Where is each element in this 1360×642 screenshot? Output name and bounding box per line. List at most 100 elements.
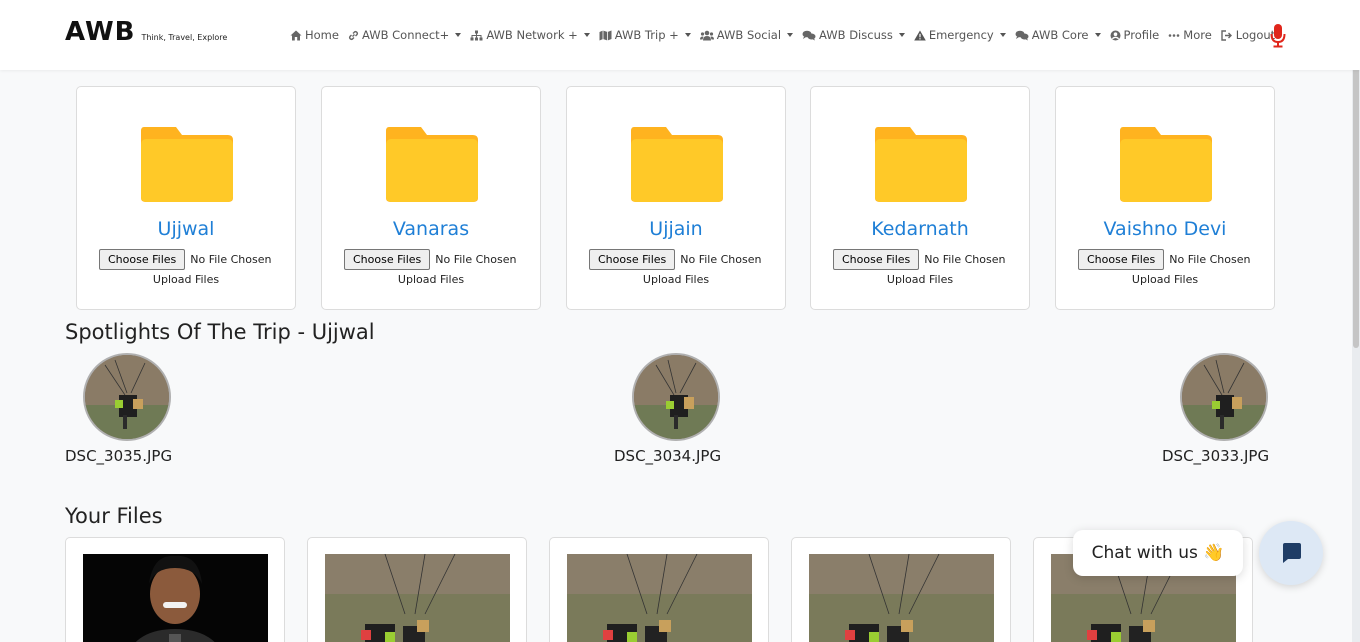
chevron-down-icon [898, 33, 905, 37]
spotlight-thumbnail[interactable] [83, 353, 171, 441]
folder-icon [141, 127, 233, 202]
folder-name[interactable]: Kedarnath [811, 218, 1029, 240]
user-circle-icon [1110, 30, 1120, 40]
folder-card[interactable]: Vaishno Devi Choose Files No File Chosen… [1055, 86, 1275, 310]
upload-files-link[interactable]: Upload Files [1056, 273, 1274, 286]
nav-logout[interactable]: Logout [1221, 28, 1275, 42]
comments-icon [802, 30, 816, 40]
logout-icon [1221, 29, 1232, 41]
nav-home[interactable]: Home [290, 28, 339, 42]
nav-awb-discuss-label: AWB Discuss [819, 28, 893, 42]
file-status: No File Chosen [924, 253, 1006, 266]
file-input[interactable]: Choose Files No File Chosen [344, 249, 516, 270]
file-status: No File Chosen [680, 253, 762, 266]
chevron-down-icon [999, 33, 1006, 37]
nav-awb-connect-label: AWB Connect+ [361, 28, 450, 42]
microphone-button[interactable] [1270, 24, 1286, 52]
folder-name[interactable]: Vaishno Devi [1056, 218, 1274, 240]
paraglider-photo [809, 554, 994, 642]
nav-awb-social[interactable]: AWB Social [699, 28, 794, 42]
file-input[interactable]: Choose Files No File Chosen [589, 249, 761, 270]
spotlight-filename: DSC_3035.JPG [65, 447, 173, 465]
choose-files-button[interactable]: Choose Files [99, 249, 186, 270]
nav-more-label: More [1183, 28, 1212, 42]
nav-profile-label: Profile [1123, 28, 1160, 42]
folder-card[interactable]: Ujjain Choose Files No File Chosen Uploa… [566, 86, 786, 310]
chat-icon [1283, 543, 1301, 563]
choose-files-button[interactable]: Choose Files [833, 249, 920, 270]
scrollbar[interactable] [1352, 48, 1360, 642]
spotlight-filename: DSC_3033.JPG [1162, 447, 1270, 465]
folder-card[interactable]: Vanaras Choose Files No File Chosen Uplo… [321, 86, 541, 310]
folder-name[interactable]: Ujjain [567, 218, 785, 240]
brand-logo[interactable]: AWB Think, Travel, Explore [65, 17, 227, 47]
nav-awb-discuss[interactable]: AWB Discuss [802, 28, 905, 42]
chat-button[interactable] [1259, 521, 1323, 585]
spotlight-filename: DSC_3034.JPG [614, 447, 722, 465]
file-thumbnail[interactable] [567, 554, 752, 642]
upload-files-link[interactable]: Upload Files [811, 273, 1029, 286]
nav-home-label: Home [305, 28, 339, 42]
folder-card[interactable]: Ujjwal Choose Files No File Chosen Uploa… [76, 86, 296, 310]
chevron-down-icon [787, 33, 794, 37]
paraglider-photo [325, 554, 510, 642]
paraglider-photo [634, 355, 718, 439]
nav-awb-core-label: AWB Core [1031, 28, 1089, 42]
paraglider-photo [567, 554, 752, 642]
map-icon [599, 30, 612, 40]
file-input[interactable]: Choose Files No File Chosen [99, 249, 271, 270]
nav-awb-trip[interactable]: AWB Trip + [599, 28, 691, 42]
nav-emergency-label: Emergency [928, 28, 994, 42]
file-card[interactable] [307, 537, 527, 642]
folder-name[interactable]: Vanaras [322, 218, 540, 240]
file-thumbnail[interactable] [809, 554, 994, 642]
paraglider-photo [85, 355, 169, 439]
nav-more[interactable]: More [1168, 28, 1212, 42]
paraglider-photo [1182, 355, 1266, 439]
nav-awb-network[interactable]: AWB Network + [470, 28, 590, 42]
file-card[interactable] [549, 537, 769, 642]
scrollbar-thumb[interactable] [1353, 48, 1359, 348]
upload-files-link[interactable]: Upload Files [322, 273, 540, 286]
file-card[interactable] [65, 537, 285, 642]
file-input[interactable]: Choose Files No File Chosen [1078, 249, 1250, 270]
chevron-down-icon [583, 33, 590, 37]
file-thumbnail[interactable] [325, 554, 510, 642]
chevron-down-icon [684, 33, 691, 37]
spotlight-item[interactable]: DSC_3035.JPG [65, 353, 172, 465]
brand-tagline: Think, Travel, Explore [141, 33, 228, 42]
upload-files-link[interactable]: Upload Files [77, 273, 295, 286]
file-card[interactable] [791, 537, 1011, 642]
nav-awb-connect[interactable]: AWB Connect+ [348, 28, 462, 42]
upload-files-link[interactable]: Upload Files [567, 273, 785, 286]
chevron-down-icon [455, 33, 462, 37]
file-thumbnail[interactable] [83, 554, 268, 642]
users-icon [699, 30, 714, 40]
chat-prompt[interactable]: Chat with us 👋 [1073, 530, 1243, 576]
folder-icon [1120, 127, 1212, 202]
choose-files-button[interactable]: Choose Files [1078, 249, 1165, 270]
folder-card[interactable]: Kedarnath Choose Files No File Chosen Up… [810, 86, 1030, 310]
nav-profile[interactable]: Profile [1110, 28, 1160, 42]
folder-name[interactable]: Ujjwal [77, 218, 295, 240]
spotlights-title: Spotlights Of The Trip - Ujjwal [65, 320, 375, 344]
ellipsis-icon [1168, 33, 1180, 37]
file-status: No File Chosen [190, 253, 272, 266]
nav-emergency[interactable]: Emergency [914, 28, 1006, 42]
file-status: No File Chosen [435, 253, 517, 266]
spotlight-item[interactable]: DSC_3034.JPG [614, 353, 721, 465]
comments-icon [1015, 30, 1029, 40]
spotlight-thumbnail[interactable] [1180, 353, 1268, 441]
home-icon [290, 30, 302, 40]
nav-awb-core[interactable]: AWB Core [1015, 28, 1101, 42]
spotlight-item[interactable]: DSC_3033.JPG [1162, 353, 1269, 465]
spotlight-thumbnail[interactable] [632, 353, 720, 441]
your-files-title: Your Files [65, 504, 163, 528]
choose-files-button[interactable]: Choose Files [344, 249, 431, 270]
file-input[interactable]: Choose Files No File Chosen [833, 249, 1005, 270]
sitemap-icon [470, 30, 483, 40]
folder-icon [386, 127, 478, 202]
choose-files-button[interactable]: Choose Files [589, 249, 676, 270]
brand-name: AWB [65, 17, 136, 47]
warning-icon [914, 30, 926, 40]
